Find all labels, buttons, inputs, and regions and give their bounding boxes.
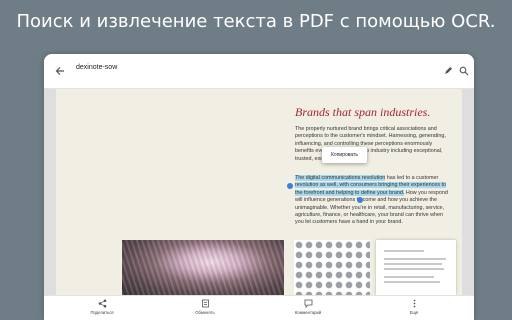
copy-popup[interactable]: Копировать	[322, 147, 367, 163]
pencil-icon[interactable]	[440, 63, 456, 79]
paragraph-2[interactable]: The digital communications revolution ha…	[295, 175, 449, 227]
selected-text[interactable]: The digital communications revolution	[295, 175, 386, 181]
comment-button[interactable]: Комментарий	[278, 299, 338, 315]
document-thumbnail-image	[376, 240, 456, 295]
more-button[interactable]: Ещё	[384, 299, 444, 315]
comment-label: Комментарий	[294, 310, 322, 315]
pdf-page: Brands that span industries. The properl…	[56, 89, 462, 295]
top-toolbar: dexinote-sow	[44, 54, 474, 89]
share-button[interactable]: Поделиться	[72, 299, 132, 315]
more-icon	[384, 299, 444, 309]
share-icon	[72, 299, 132, 309]
bottom-action-bar: Поделиться Обменять Комментарий Ещё	[44, 295, 474, 320]
comment-icon	[278, 299, 338, 309]
more-label: Ещё	[409, 310, 419, 315]
selection-end-handle[interactable]	[357, 197, 363, 203]
share-label: Поделиться	[90, 310, 114, 315]
paragraph-1[interactable]: The properly nurtured brand brings criti…	[295, 126, 449, 163]
paragraph-text: has led to a customer	[385, 175, 439, 181]
arrow-left-icon[interactable]	[52, 63, 68, 79]
exchange-button[interactable]: Обменять	[175, 299, 235, 315]
page-photo	[122, 240, 284, 295]
copy-button[interactable]: Копировать	[331, 152, 358, 158]
app-window: dexinote-sow Brands that span industries…	[44, 54, 474, 320]
promo-headline: Поиск и извлечение текста в PDF с помощь…	[16, 11, 496, 32]
exchange-icon	[175, 299, 235, 309]
exchange-label: Обменять	[195, 310, 215, 315]
selection-start-handle[interactable]	[287, 183, 293, 189]
page-heading: Brands that span industries.	[295, 105, 431, 119]
document-viewer[interactable]: Brands that span industries. The properl…	[44, 89, 474, 295]
document-title: dexinote-sow	[76, 64, 118, 71]
search-icon[interactable]	[456, 63, 472, 79]
pattern-image	[294, 240, 370, 295]
